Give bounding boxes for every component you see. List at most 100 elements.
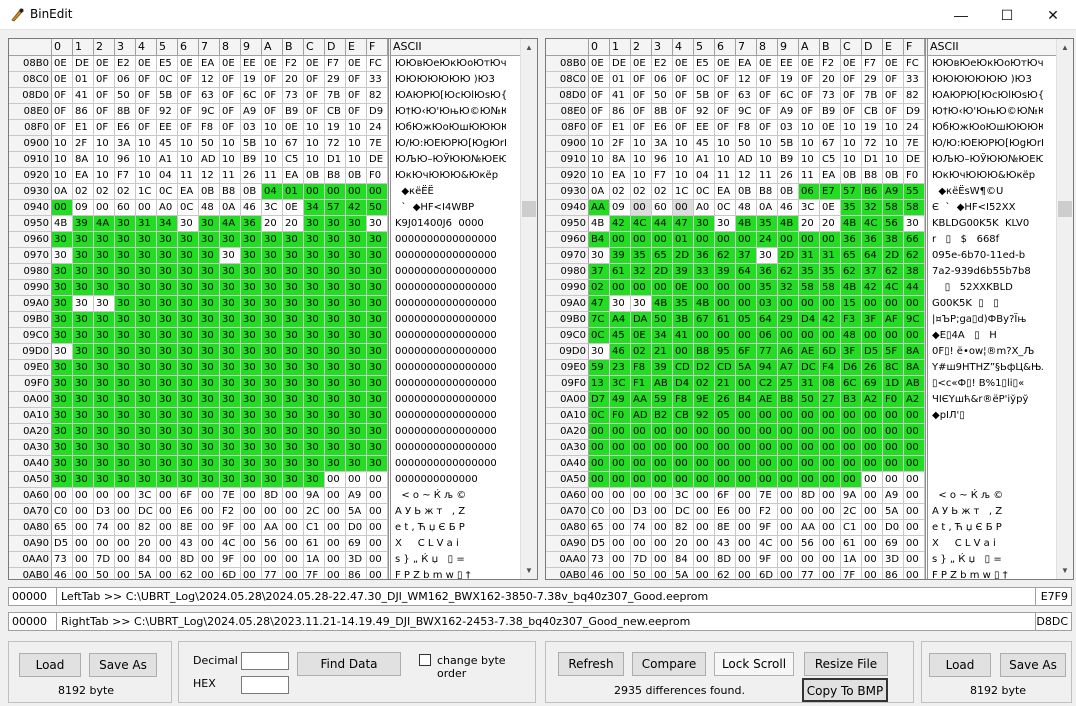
hex-byte-cell[interactable]: 36	[241, 216, 262, 232]
ascii-text[interactable]: 7a2-939d6b55b7b8	[925, 264, 1043, 280]
hex-byte-cell[interactable]: F0	[610, 408, 631, 424]
hex-byte-cell[interactable]: 00	[652, 568, 673, 579]
hex-byte-cell[interactable]: 00	[367, 536, 388, 552]
hex-byte-cell[interactable]: 11	[799, 168, 820, 184]
scroll-down-icon[interactable]: ▼	[1057, 562, 1073, 579]
hex-byte-cell[interactable]: 00	[73, 536, 94, 552]
hex-byte-cell[interactable]: 10	[304, 136, 325, 152]
hex-byte-cell[interactable]: 63	[736, 88, 757, 104]
hex-byte-cell[interactable]: A1	[694, 152, 715, 168]
hex-byte-cell[interactable]: 6D	[757, 568, 778, 579]
hex-byte-cell[interactable]: 00	[778, 552, 799, 568]
hex-byte-cell[interactable]: CD	[715, 360, 736, 376]
hex-byte-cell[interactable]: 62	[715, 248, 736, 264]
hex-byte-cell[interactable]: 64	[862, 248, 883, 264]
hex-byte-cell[interactable]: 00	[199, 504, 220, 520]
hex-byte-cell[interactable]: 30	[73, 312, 94, 328]
hex-byte-cell[interactable]: 30	[52, 408, 73, 424]
hex-byte-cell[interactable]: 1C	[673, 184, 694, 200]
hex-byte-cell[interactable]: 30	[325, 264, 346, 280]
hex-byte-cell[interactable]: 30	[73, 424, 94, 440]
hex-byte-cell[interactable]: 00	[862, 296, 883, 312]
hex-byte-cell[interactable]: 7F	[304, 568, 325, 579]
hex-byte-cell[interactable]: 00	[904, 504, 925, 520]
hex-byte-cell[interactable]: 7B	[862, 88, 883, 104]
hex-byte-cell[interactable]: 00	[652, 232, 673, 248]
hex-byte-cell[interactable]: 30	[220, 472, 241, 488]
hex-byte-cell[interactable]: 30	[262, 344, 283, 360]
hex-byte-cell[interactable]: 0F	[178, 72, 199, 88]
hex-byte-cell[interactable]: 0F	[220, 120, 241, 136]
hex-byte-cell[interactable]: F2	[283, 56, 304, 72]
hex-byte-cell[interactable]: 00	[610, 520, 631, 536]
hex-byte-cell[interactable]: 30	[367, 264, 388, 280]
hex-byte-cell[interactable]: 10	[841, 136, 862, 152]
hex-byte-cell[interactable]: 46	[610, 344, 631, 360]
hex-byte-cell[interactable]: 30	[241, 248, 262, 264]
hex-byte-cell[interactable]: 00	[94, 200, 115, 216]
hex-byte-cell[interactable]: 4A	[94, 216, 115, 232]
hex-byte-cell[interactable]: 30	[757, 248, 778, 264]
hex-byte-cell[interactable]: 00	[631, 488, 652, 504]
hex-byte-cell[interactable]: 00	[652, 472, 673, 488]
hex-byte-cell[interactable]: C0	[52, 504, 73, 520]
hex-byte-cell[interactable]: 00	[715, 328, 736, 344]
ascii-text[interactable]: А У Ь ж т , Z	[388, 504, 506, 520]
hex-byte-cell[interactable]: 00	[73, 488, 94, 504]
hex-byte-cell[interactable]: 7E	[367, 136, 388, 152]
hex-byte-cell[interactable]: 10	[136, 168, 157, 184]
hex-byte-cell[interactable]: 10	[262, 152, 283, 168]
hex-byte-cell[interactable]: 30	[94, 376, 115, 392]
hex-byte-cell[interactable]: 30	[262, 328, 283, 344]
hex-byte-cell[interactable]: C0	[589, 504, 610, 520]
hex-byte-cell[interactable]: 26	[778, 168, 799, 184]
hex-byte-cell[interactable]: CB	[673, 408, 694, 424]
hex-byte-cell[interactable]: 00	[736, 552, 757, 568]
hex-byte-cell[interactable]: 56	[799, 536, 820, 552]
hex-byte-cell[interactable]: 0F	[673, 104, 694, 120]
hex-byte-cell[interactable]: 30	[178, 392, 199, 408]
hex-byte-cell[interactable]: A0	[157, 200, 178, 216]
ascii-text[interactable]: ЮЮЮЮЮЮЮ )Ю3	[388, 72, 506, 88]
hex-byte-cell[interactable]: 36	[694, 248, 715, 264]
hex-byte-cell[interactable]: 30	[136, 280, 157, 296]
hex-byte-cell[interactable]: 30	[346, 376, 367, 392]
hex-byte-cell[interactable]: 0F	[715, 88, 736, 104]
hex-byte-cell[interactable]: 30	[94, 328, 115, 344]
copy-to-bmp-button[interactable]: Copy To BMP	[802, 678, 888, 702]
hex-byte-cell[interactable]: 00	[904, 440, 925, 456]
hex-byte-cell[interactable]: 21	[652, 344, 673, 360]
ascii-text[interactable]: 0000000000000000	[388, 360, 506, 376]
hex-byte-cell[interactable]: 0F	[799, 88, 820, 104]
hex-byte-cell[interactable]: 00	[367, 184, 388, 200]
hex-byte-cell[interactable]: 06	[115, 72, 136, 88]
hex-byte-cell[interactable]: 03	[757, 296, 778, 312]
hex-byte-cell[interactable]: 0F	[52, 88, 73, 104]
ascii-text[interactable]: ЮЮвЮеЮкЮоЮтЮчЮь	[925, 56, 1043, 72]
hex-byte-cell[interactable]: 30	[904, 216, 925, 232]
hex-byte-cell[interactable]: 30	[589, 248, 610, 264]
refresh-button[interactable]: Refresh	[558, 652, 624, 676]
hex-byte-cell[interactable]: 30	[325, 280, 346, 296]
hex-byte-cell[interactable]: 30	[73, 456, 94, 472]
hex-byte-cell[interactable]: 10	[631, 168, 652, 184]
hex-byte-cell[interactable]: 30	[157, 440, 178, 456]
hex-byte-cell[interactable]: 0A	[220, 200, 241, 216]
ascii-text[interactable]: 0000000000000000	[388, 328, 506, 344]
right-vertical-scrollbar[interactable]: ▲ ▼	[1056, 39, 1073, 579]
hex-byte-cell[interactable]: 00	[778, 504, 799, 520]
hex-byte-cell[interactable]: 00	[157, 488, 178, 504]
hex-byte-cell[interactable]: 0F	[631, 72, 652, 88]
hex-byte-cell[interactable]: 00	[673, 472, 694, 488]
hex-byte-cell[interactable]: 10	[346, 120, 367, 136]
hex-byte-cell[interactable]: 00	[841, 408, 862, 424]
hex-byte-cell[interactable]: 42	[862, 280, 883, 296]
hex-byte-cell[interactable]: 0F	[304, 88, 325, 104]
hex-byte-cell[interactable]: 00	[241, 568, 262, 579]
hex-byte-cell[interactable]: 30	[220, 248, 241, 264]
hex-byte-cell[interactable]: 00	[778, 440, 799, 456]
hex-byte-cell[interactable]: 00	[157, 552, 178, 568]
hex-byte-cell[interactable]: 30	[631, 296, 652, 312]
ascii-text[interactable]: 0000000000000000	[388, 408, 506, 424]
hex-byte-cell[interactable]: 0F	[136, 88, 157, 104]
